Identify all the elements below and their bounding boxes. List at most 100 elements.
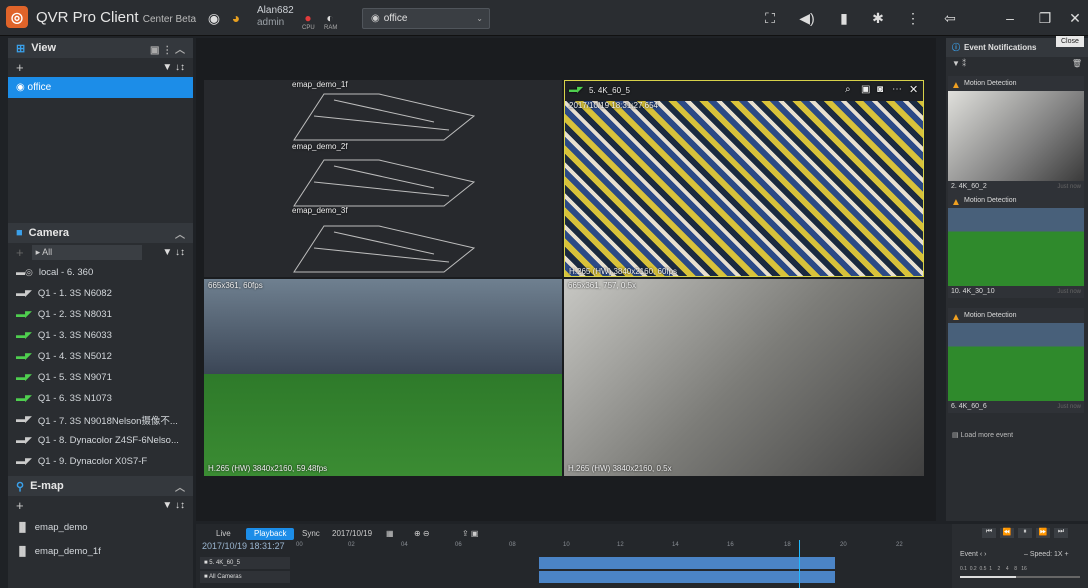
camera-item[interactable]: ▬◤ Q1 - 8. Dynacolor Z4SF-6Nelso... xyxy=(8,430,193,451)
view-item-office[interactable]: ◉ office xyxy=(8,77,193,98)
collapse-icon[interactable]: ︿ xyxy=(175,226,185,241)
playhead[interactable] xyxy=(799,540,800,588)
camera-tile[interactable]: 665x361, 60fps H.265 (HW) 3840x2160, 59.… xyxy=(204,279,562,476)
filter-sort-icon[interactable]: ▼ ↓↕ xyxy=(162,62,185,73)
emap-item[interactable]: ▐▌ emap_demo xyxy=(8,515,193,539)
camera-icon[interactable]: ◙ xyxy=(877,84,883,95)
add-camera-icon[interactable]: + xyxy=(16,245,24,260)
settings-gear-icon[interactable]: ✱ xyxy=(868,8,888,28)
track-row[interactable]: ■ All Cameras xyxy=(200,571,290,583)
camera-icon: ▬◤ xyxy=(16,309,32,319)
camera-section-header[interactable]: ■ Camera ︿ xyxy=(8,223,193,243)
soccer-pitch xyxy=(204,374,562,476)
emap-toolbar: + ▼ ↓↕ xyxy=(8,496,193,515)
tick-label: 12 xyxy=(617,542,624,548)
view-list-empty xyxy=(8,98,193,223)
emap-filter-sort-icon[interactable]: ▼ ↓↕ xyxy=(162,500,185,511)
skip-end-icon[interactable]: ⏭ xyxy=(1054,528,1068,538)
collapse-icon[interactable]: ︿ xyxy=(175,479,185,494)
recording-bar[interactable] xyxy=(539,557,835,569)
stream-info: H.265 (HW) 3840x2160, 60fps xyxy=(569,267,678,276)
tab-sync[interactable]: Sync xyxy=(294,528,328,540)
more-horizontal-icon[interactable]: ⋯ xyxy=(892,84,902,95)
speed-slider-fill xyxy=(960,576,1016,578)
view-section-controls[interactable]: ▣ ⋮ ︿ xyxy=(150,41,185,56)
skip-start-icon[interactable]: ⏮ xyxy=(982,528,996,538)
pause-icon[interactable]: ⏸ xyxy=(1018,528,1032,538)
chevron-down-icon: ⌄ xyxy=(476,14,483,23)
calendar-icon[interactable]: ▦ xyxy=(378,528,402,540)
restore-icon[interactable]: ❐ xyxy=(1035,8,1055,28)
event-card[interactable]: ▲ Motion Detection 2. 4K_60_2 Just now xyxy=(948,76,1084,193)
event-thumbnail xyxy=(948,208,1084,286)
add-view-icon[interactable]: + xyxy=(16,60,24,75)
view-item-label: office xyxy=(27,82,52,93)
camera-filter-sort-icon[interactable]: ▼ ↓↕ xyxy=(162,247,185,258)
event-card[interactable]: ▲ Motion Detection 10. 4K_30_10 Just now xyxy=(948,193,1084,298)
camera-tile-selected[interactable]: ▬◤ 5. 4K_60_5 2017/10/19 18:31:27.654 ⌕ … xyxy=(564,80,924,277)
camera-filter-select[interactable]: ▸ All xyxy=(31,245,142,260)
logout-icon[interactable]: ⇦ xyxy=(940,8,960,28)
tab-playback[interactable]: Playback xyxy=(246,528,295,540)
view-section-title: View xyxy=(31,42,57,54)
speed-control[interactable]: – Speed: 1X + xyxy=(1024,551,1069,558)
close-tile-icon[interactable]: ✕ xyxy=(909,83,918,96)
view-selector[interactable]: ◉ office ⌄ xyxy=(362,8,490,29)
fullscreen-icon[interactable]: ⛶ xyxy=(760,8,780,28)
lock-icon[interactable]: ▮ xyxy=(834,8,854,28)
current-time: 2017/10/19 18:31:27 xyxy=(202,541,285,551)
stream-info: 665x361, 60fps xyxy=(208,281,263,290)
emap-item[interactable]: ▐▌ emap_demo_1f xyxy=(8,539,193,563)
zoom-in-icon[interactable]: ⊕ ⊖ xyxy=(406,528,438,540)
date-picker[interactable]: 2017/10/19 xyxy=(324,528,380,540)
more-vertical-icon[interactable]: ⋮ xyxy=(903,8,923,28)
tab-live[interactable]: Live xyxy=(208,528,239,540)
add-emap-icon[interactable]: + xyxy=(16,498,24,513)
emap-tile[interactable]: emap_demo_1f emap_demo_2f emap_demo_3f xyxy=(204,80,562,277)
user-info[interactable]: Alan682 admin xyxy=(257,5,294,29)
cpu-label: CPU xyxy=(302,25,315,31)
load-more-event-button[interactable]: ▤ Load more event xyxy=(952,431,1013,439)
snapshot-icon[interactable]: ▣ xyxy=(861,84,870,95)
camera-item[interactable]: ▬◤ Q1 - 2. 3S N8031 xyxy=(8,304,193,325)
tick-label: 08 xyxy=(509,542,516,548)
camera-item[interactable]: ▬◤ Q1 - 1. 3S N6082 xyxy=(8,283,193,304)
camera-icon: ▬◤ xyxy=(16,393,32,403)
camera-tile[interactable]: 665x361, 757, 0.5x H.265 (HW) 3840x2160,… xyxy=(564,279,924,476)
event-toolbar: ▼ ⁑ 🗑 xyxy=(946,57,1088,71)
qvr-center-icon[interactable]: ◉ xyxy=(204,8,224,28)
camera-item[interactable]: ▬◎ local - 6. 360 xyxy=(8,262,193,283)
minimize-icon[interactable]: – xyxy=(1000,8,1020,28)
camera-icon: ▬◤ xyxy=(16,351,32,361)
camera-video-feed xyxy=(204,279,562,374)
event-card[interactable]: ▲ Motion Detection 6. 4K_60_6 Just now xyxy=(948,308,1084,413)
camera-item[interactable]: ▬◤ Q1 - 7. 3S N9018Nelson摄像不... xyxy=(8,409,193,430)
event-camera: 6. 4K_60_6 xyxy=(951,403,987,410)
camera-item[interactable]: ▬◤ Q1 - 4. 3S N5012 xyxy=(8,346,193,367)
camera-icon: ▬◤ xyxy=(16,414,32,424)
zoom-icon[interactable]: ⌕ xyxy=(845,84,851,95)
camera-icon: ■ xyxy=(16,227,23,239)
step-forward-icon[interactable]: ⏩ xyxy=(1036,528,1050,538)
export-icon[interactable]: ⇪ ▣ xyxy=(454,528,486,540)
camera-item[interactable]: ▬◤ Q1 - 6. 3S N1073 xyxy=(8,388,193,409)
event-panel-title: Event Notifications xyxy=(964,43,1037,52)
load-more-label: Load more event xyxy=(960,432,1014,439)
filter-icon[interactable]: ▼ ⁑ xyxy=(952,59,966,68)
volume-icon[interactable]: ◀) xyxy=(797,8,817,28)
emap-section-header[interactable]: ⚲ E-map ︿ xyxy=(8,476,193,496)
close-icon[interactable]: ✕ xyxy=(1065,8,1085,28)
delete-icon[interactable]: 🗑 xyxy=(1072,57,1082,71)
step-back-icon[interactable]: ⏪ xyxy=(1000,528,1014,538)
tick-label: 22 xyxy=(896,542,903,548)
view-icon: ◉ xyxy=(16,82,25,93)
camera-item[interactable]: ▬◤ Q1 - 9. Dynacolor X0S7-F xyxy=(8,451,193,472)
camera-tile-name: 5. 4K_60_5 xyxy=(589,86,630,95)
camera-item[interactable]: ▬◤ Q1 - 3. 3S N6033 xyxy=(8,325,193,346)
track-row[interactable]: ■ 5. 4K_60_5 xyxy=(200,557,290,569)
recording-bar[interactable] xyxy=(539,571,835,583)
view-section-header[interactable]: ⊞ View ▣ ⋮ ︿ xyxy=(8,38,193,58)
event-nav[interactable]: Event ‹ › xyxy=(960,551,986,558)
playback-controls: ⏮ ⏪ ⏸ ⏩ ⏭ Event ‹ › – Speed: 1X + 0.1 0.… xyxy=(952,524,1088,588)
camera-item[interactable]: ▬◤ Q1 - 5. 3S N9071 xyxy=(8,367,193,388)
